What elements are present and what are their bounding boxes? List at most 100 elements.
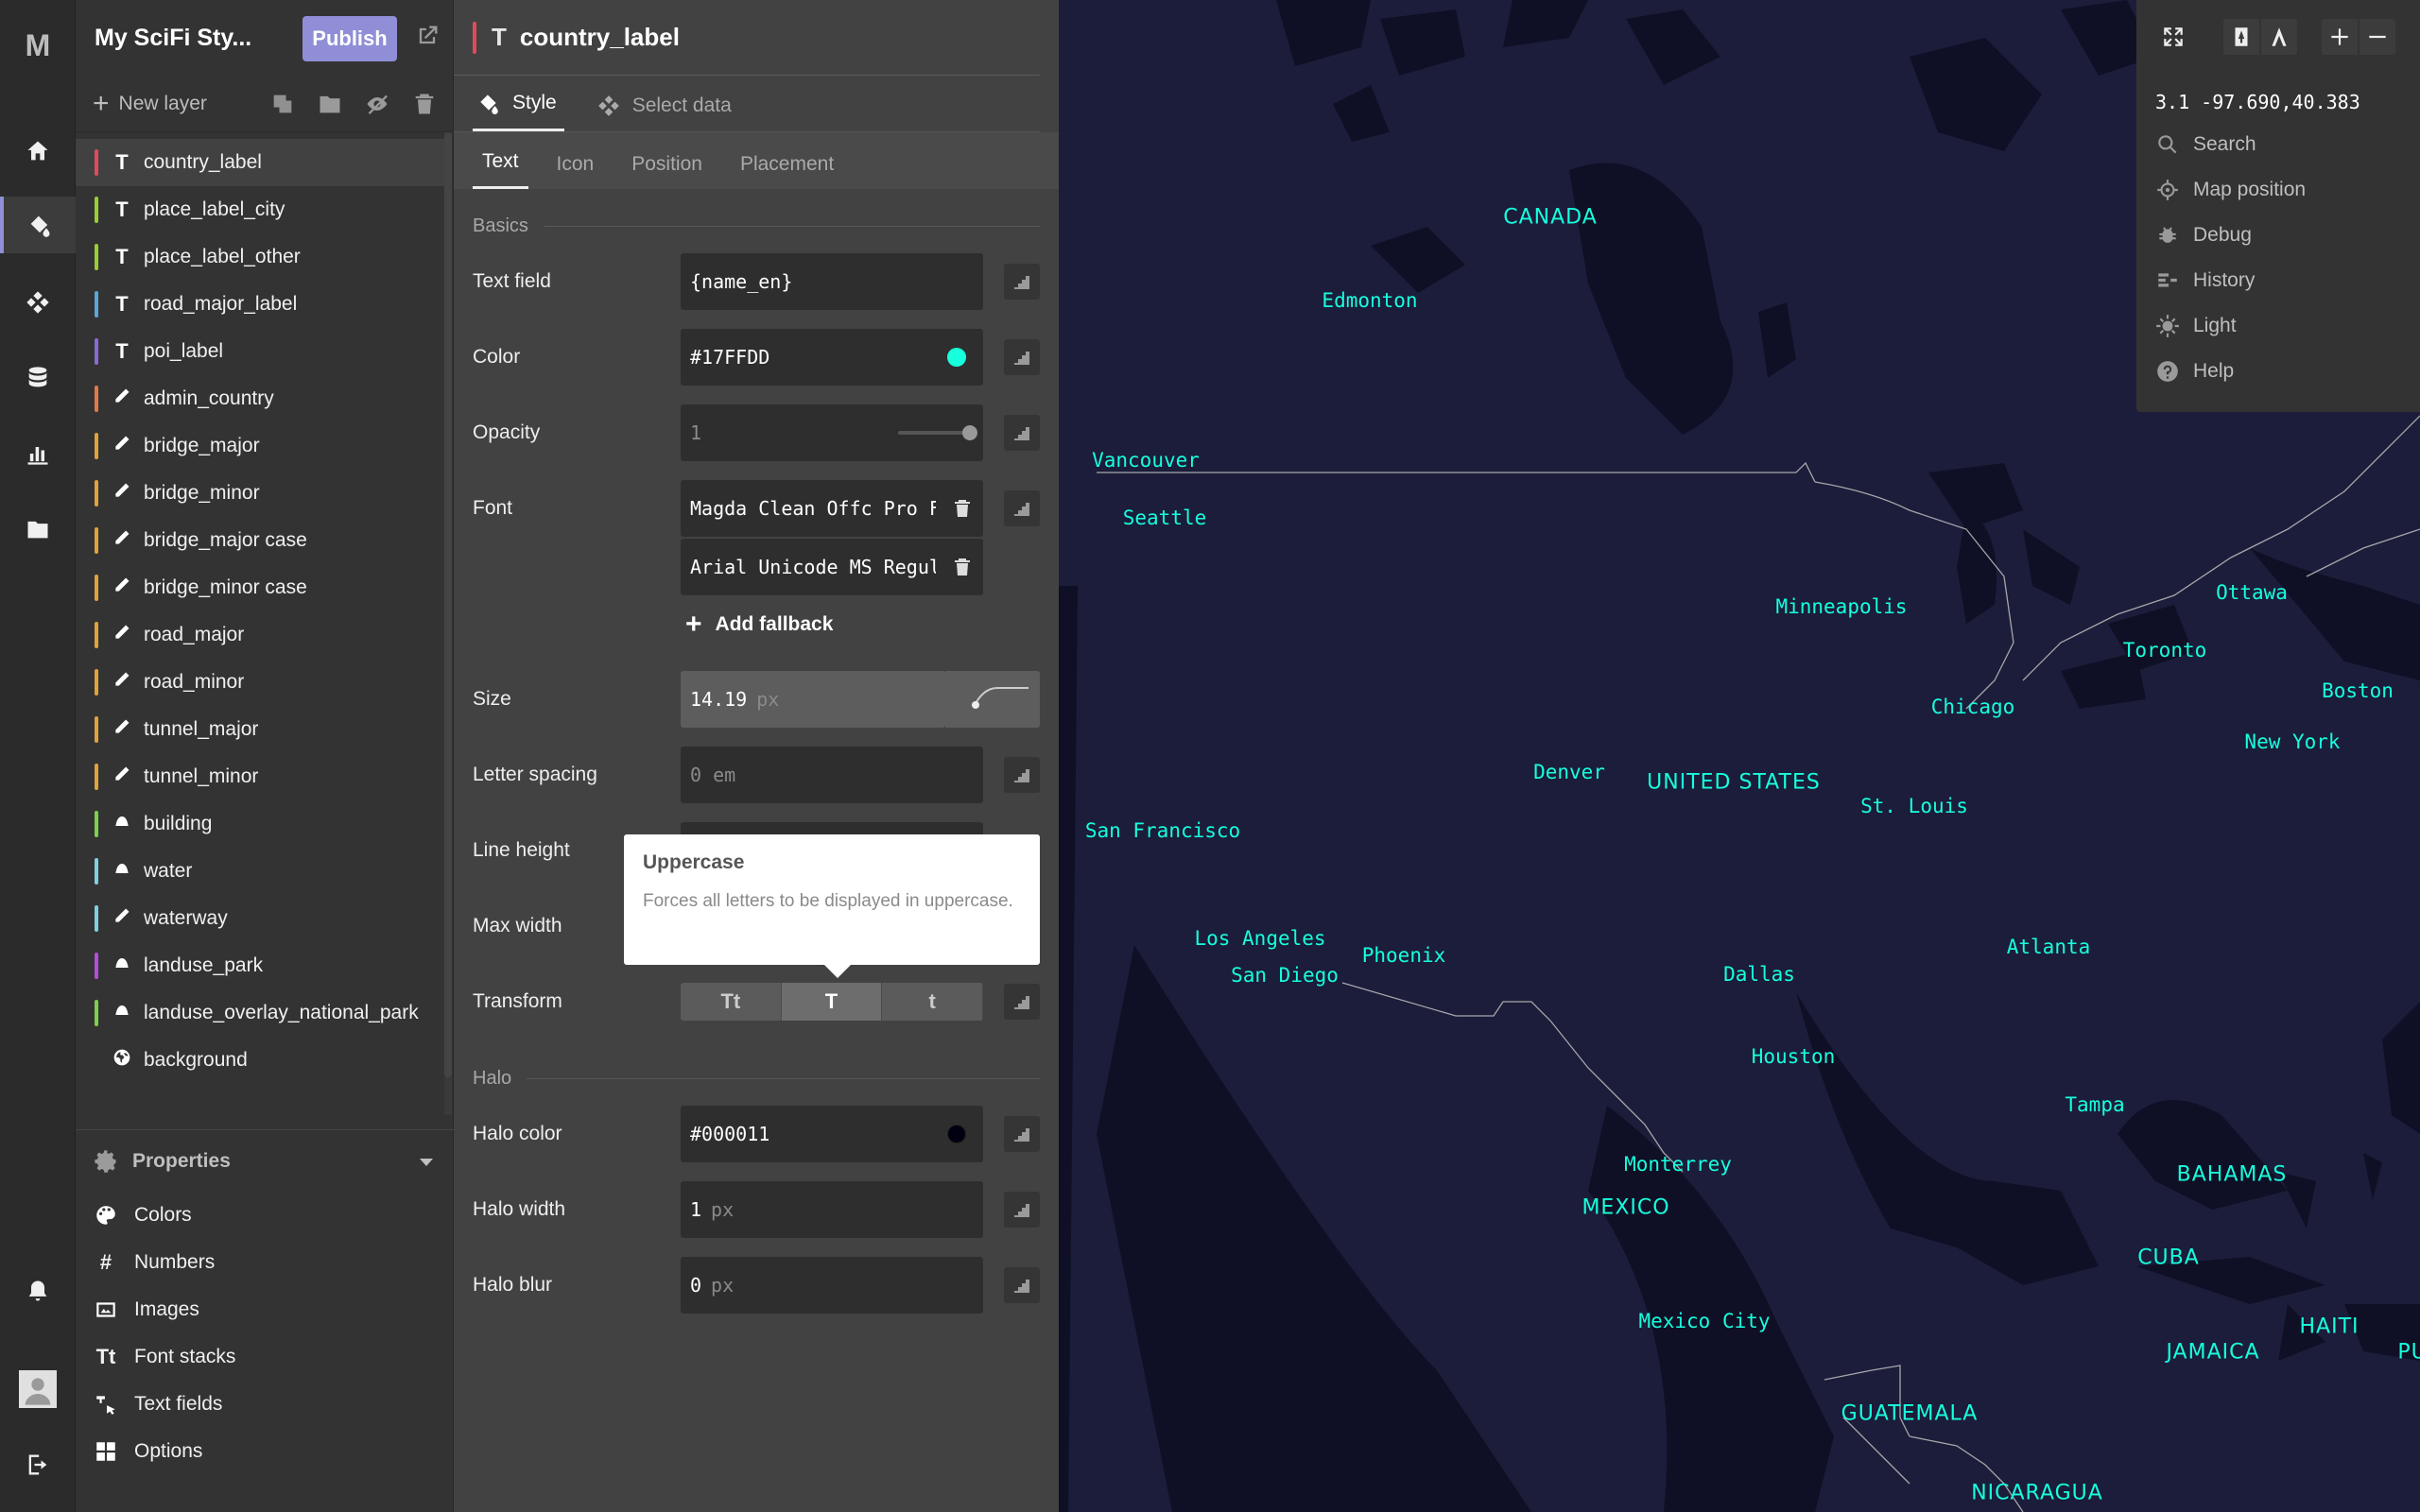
zoom-function-button[interactable] — [1004, 1192, 1040, 1228]
avatar[interactable] — [0, 1361, 76, 1418]
layer-title[interactable]: country_label — [520, 23, 680, 52]
letter-spacing-input[interactable]: 0 em — [681, 747, 983, 803]
layer-item[interactable]: Tpoi_label — [76, 328, 444, 375]
transform-uppercase-button[interactable]: T — [781, 983, 883, 1021]
trash-icon[interactable] — [951, 497, 974, 520]
properties-numbers[interactable]: # Numbers — [76, 1239, 454, 1286]
properties-options[interactable]: Options — [76, 1428, 454, 1475]
zoom-function-button[interactable] — [1004, 984, 1040, 1020]
layer-item[interactable]: bridge_minor — [76, 470, 444, 517]
font-input-1[interactable]: Magda Clean Offc Pro F — [681, 480, 983, 537]
layer-item[interactable]: Tplace_label_other — [76, 233, 444, 281]
new-layer-button[interactable]: + New layer — [93, 89, 207, 118]
properties-text-fields-label: Text fields — [134, 1393, 223, 1415]
stats-icon[interactable] — [0, 425, 76, 482]
layer-item[interactable]: landuse_park — [76, 942, 444, 989]
halo-blur-input[interactable]: 0 px — [681, 1257, 983, 1314]
zoom-function-button[interactable] — [1004, 490, 1040, 526]
delete-layer-icon[interactable] — [411, 91, 438, 117]
layer-item[interactable]: waterway — [76, 895, 444, 942]
folder-icon[interactable] — [0, 501, 76, 558]
layer-item[interactable]: Troad_major_label — [76, 281, 444, 328]
map-menu-history[interactable]: History — [2155, 268, 2255, 293]
map-menu-map-position[interactable]: Map position — [2155, 178, 2306, 202]
tab-position[interactable]: Position — [622, 153, 712, 189]
tab-style[interactable]: Style — [473, 91, 564, 131]
layer-list-scrollbar[interactable] — [444, 132, 452, 1115]
zoom-function-button[interactable] — [1004, 757, 1040, 793]
properties-colors[interactable]: Colors — [76, 1192, 454, 1239]
zoom-function-button[interactable] — [1004, 1267, 1040, 1303]
layer-item[interactable]: tunnel_major — [76, 706, 444, 753]
stairs-icon — [1014, 427, 1029, 440]
paint-bucket-icon[interactable] — [0, 197, 76, 253]
layer-item[interactable]: Tcountry_label — [76, 139, 444, 186]
properties-text-fields[interactable]: Text fields — [76, 1381, 454, 1428]
layer-item[interactable]: bridge_minor case — [76, 564, 444, 611]
color-swatch[interactable] — [947, 348, 966, 367]
map-menu-search[interactable]: Search — [2155, 132, 2256, 157]
opacity-slider[interactable] — [898, 425, 977, 440]
tab-icon[interactable]: Icon — [547, 153, 604, 189]
zoom-function-button[interactable] — [1004, 264, 1040, 300]
halo-color-swatch[interactable] — [947, 1125, 966, 1143]
select-data-icon[interactable] — [0, 274, 76, 331]
opacity-input[interactable]: 1 — [681, 404, 983, 461]
tab-select-data[interactable]: Select data — [593, 94, 739, 131]
layer-item[interactable]: landuse_overlay_national_park — [76, 989, 444, 1037]
zoom-function-button[interactable] — [1004, 415, 1040, 451]
layer-item[interactable]: road_major — [76, 611, 444, 659]
text-field-input[interactable]: {name_en} — [681, 253, 983, 310]
trash-icon[interactable] — [951, 556, 974, 578]
bearing-icon[interactable] — [2223, 19, 2259, 55]
app-logo[interactable]: M — [0, 28, 76, 63]
map-menu-debug[interactable]: Debug — [2155, 223, 2252, 248]
zoom-function-button[interactable] — [1004, 1116, 1040, 1152]
duplicate-icon[interactable] — [269, 91, 296, 117]
zoom-out-button[interactable] — [2360, 19, 2395, 55]
bell-icon[interactable] — [0, 1263, 76, 1319]
layer-item[interactable]: tunnel_minor — [76, 753, 444, 800]
layer-item[interactable]: road_minor — [76, 659, 444, 706]
group-folder-icon[interactable] — [317, 91, 343, 117]
layer-item[interactable]: building — [76, 800, 444, 848]
size-unit: px — [756, 688, 780, 711]
properties-toggle[interactable]: Properties — [76, 1130, 454, 1192]
layer-item[interactable]: Tplace_label_city — [76, 186, 444, 233]
layer-item[interactable]: bridge_major case — [76, 517, 444, 564]
properties-font-stacks[interactable]: Tt Font stacks — [76, 1333, 454, 1381]
transform-lowercase-button[interactable]: t — [882, 983, 983, 1021]
transform-none-button[interactable]: Tt — [681, 983, 782, 1021]
tab-text[interactable]: Text — [473, 150, 528, 189]
tab-placement[interactable]: Placement — [731, 153, 843, 189]
halo-color-input[interactable]: #000011 — [681, 1106, 983, 1162]
zoom-curve-button[interactable] — [945, 671, 1040, 728]
fullscreen-icon[interactable] — [2155, 19, 2191, 55]
map-menu-light[interactable]: Light — [2155, 314, 2237, 338]
logout-icon[interactable] — [0, 1436, 76, 1493]
pitch-icon[interactable] — [2261, 19, 2297, 55]
hide-icon[interactable] — [364, 91, 390, 117]
row-halo-width: Halo width 1 px — [473, 1181, 1040, 1238]
layer-item[interactable]: background — [76, 1037, 444, 1084]
font-input-2[interactable]: Arial Unicode MS Regul — [681, 539, 983, 595]
zoom-in-button[interactable] — [2322, 19, 2358, 55]
layer-item[interactable]: bridge_major — [76, 422, 444, 470]
globe-icon — [110, 1048, 134, 1073]
color-label: Color — [473, 346, 521, 368]
layer-item[interactable]: admin_country — [76, 375, 444, 422]
external-link-icon[interactable] — [414, 23, 441, 49]
database-icon[interactable] — [0, 350, 76, 406]
zoom-function-button[interactable] — [1004, 339, 1040, 375]
map-menu-help[interactable]: Help — [2155, 359, 2234, 384]
properties-images[interactable]: Images — [76, 1286, 454, 1333]
add-fallback-button[interactable]: + Add fallback — [685, 610, 833, 639]
publish-button[interactable]: Publish — [302, 16, 397, 61]
color-input[interactable]: #17FFDD — [681, 329, 983, 386]
home-icon[interactable] — [0, 123, 76, 180]
size-input[interactable]: 14.19 px — [681, 671, 945, 728]
style-name[interactable]: My SciFi Sty... — [95, 25, 298, 52]
halo-width-input[interactable]: 1 px — [681, 1181, 983, 1238]
layer-item[interactable]: water — [76, 848, 444, 895]
slider-knob[interactable] — [962, 425, 977, 440]
